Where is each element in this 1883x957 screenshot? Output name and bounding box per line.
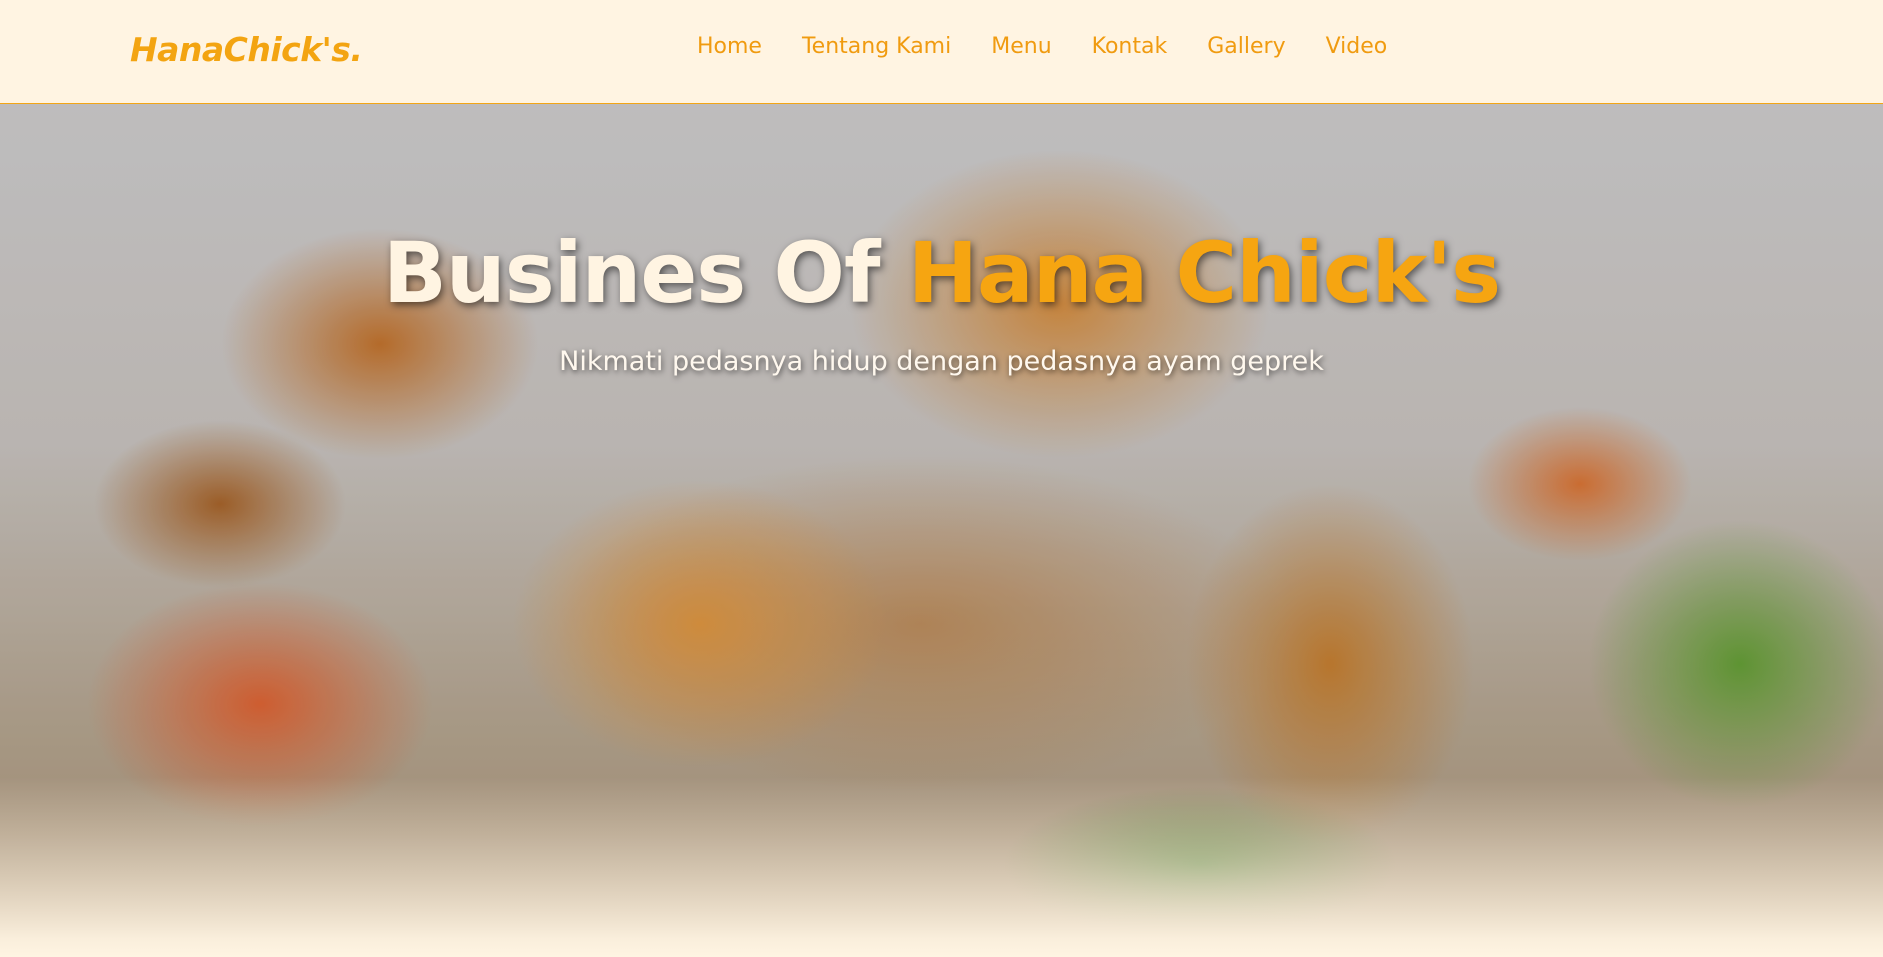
hero-title-text: Busines Of xyxy=(382,224,881,322)
nav-gallery[interactable]: Gallery xyxy=(1207,33,1285,61)
nav-home[interactable]: Home xyxy=(697,33,762,61)
hero-title: Busines Of Hana Chick's xyxy=(0,224,1883,322)
hero-section: Busines Of Hana Chick's Nikmati pedasnya… xyxy=(0,104,1883,957)
navbar: HanaChick's. Home Tentang Kami Menu Kont… xyxy=(0,0,1883,104)
brand-logo[interactable]: HanaChick's. xyxy=(130,30,363,69)
hero-title-accent: Hana Chick's xyxy=(907,224,1501,322)
nav-kontak[interactable]: Kontak xyxy=(1092,33,1168,61)
nav-video[interactable]: Video xyxy=(1326,33,1388,61)
hero-subtitle: Nikmati pedasnya hidup dengan pedasnya a… xyxy=(559,346,1324,377)
nav-tentang-kami[interactable]: Tentang Kami xyxy=(802,33,951,61)
hero-bottom-fade xyxy=(0,777,1883,957)
nav-menu[interactable]: Menu xyxy=(991,33,1051,61)
main-nav: Home Tentang Kami Menu Kontak Gallery Vi… xyxy=(697,33,1387,61)
